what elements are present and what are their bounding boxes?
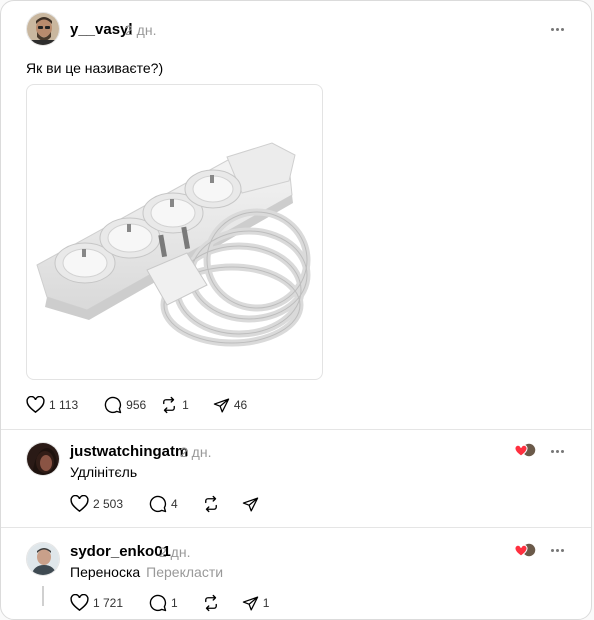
- liked-by-author-badge[interactable]: [514, 542, 537, 558]
- post-share-count: 46: [233, 398, 248, 412]
- post-repost-count: 1: [182, 398, 189, 412]
- reply-1-actions: 2 503 4: [70, 495, 259, 513]
- translate-link[interactable]: Перекласти: [146, 564, 223, 580]
- post-comment-button[interactable]: 956: [104, 396, 146, 414]
- comment-icon: [104, 396, 122, 414]
- reply-1-avatar[interactable]: [26, 442, 60, 476]
- reply-2-share-button[interactable]: 1: [242, 595, 270, 612]
- reply-1-share-button[interactable]: [242, 496, 259, 513]
- reply-2-share-count: 1: [262, 596, 270, 610]
- post-like-count: 1 113: [49, 398, 79, 412]
- comment-icon: [149, 594, 167, 612]
- reply-2-text-row: Переноска Перекласти: [70, 564, 223, 580]
- comment-icon: [149, 495, 167, 513]
- post-share-button[interactable]: 46: [213, 397, 247, 414]
- reply-2-comment-count: 1: [171, 596, 178, 610]
- reply-1-like-count: 2 503: [93, 497, 124, 511]
- send-icon: [242, 496, 258, 512]
- reply-1-comment-count: 4: [171, 497, 178, 511]
- reply-2-avatar[interactable]: [26, 542, 60, 576]
- repost-icon: [204, 594, 217, 612]
- heart-icon: [26, 396, 45, 414]
- post-like-button[interactable]: 1 113: [26, 396, 78, 414]
- reply-2-like-count: 1 721: [93, 596, 124, 610]
- reply-2-repost-button[interactable]: [202, 594, 220, 612]
- reply-2-more-icon[interactable]: [547, 540, 567, 560]
- reply-2-actions: 1 721 1 1: [70, 594, 269, 612]
- heart-icon: [70, 495, 89, 513]
- reply-1-username[interactable]: justwatchingatm: [70, 443, 188, 460]
- post-text: Як ви це називаєте?): [26, 60, 164, 76]
- post-comment-count: 956: [126, 398, 147, 412]
- power-strip-illustration: [36, 142, 311, 347]
- reply-1-time[interactable]: 2 дн.: [180, 444, 211, 460]
- post-repost-button[interactable]: 1: [160, 396, 189, 414]
- post-username[interactable]: y__vasyl: [70, 21, 133, 38]
- liked-by-author-badge[interactable]: [514, 442, 537, 458]
- divider: [1, 429, 591, 430]
- thread-card: y__vasyl 2 дн. Як ви це називаєте?) 1 11…: [0, 0, 592, 620]
- reply-2-like-button[interactable]: 1 721: [70, 594, 123, 612]
- send-icon: [213, 397, 230, 413]
- reply-1-text: Удлінітєль: [70, 464, 138, 480]
- reply-1-repost-button[interactable]: [202, 495, 220, 513]
- reply-1-like-button[interactable]: 2 503: [70, 495, 123, 513]
- reply-2-username[interactable]: sydor_enko01: [70, 543, 171, 560]
- divider: [1, 527, 591, 528]
- post-time[interactable]: 2 дн.: [125, 22, 156, 38]
- reply-2-time[interactable]: 2 дн.: [159, 544, 190, 560]
- heart-icon: [70, 594, 89, 612]
- reply-1-more-icon[interactable]: [547, 441, 567, 461]
- post-image[interactable]: [26, 84, 323, 380]
- repost-icon: [163, 396, 176, 414]
- post-more-icon[interactable]: [547, 19, 567, 39]
- post-author-avatar[interactable]: [26, 12, 60, 46]
- thread-line: [42, 586, 44, 606]
- repost-icon: [204, 495, 217, 513]
- reply-2-text: Переноска: [70, 564, 141, 580]
- reply-2-comment-button[interactable]: 1: [149, 594, 178, 612]
- send-icon: [242, 595, 258, 611]
- post-actions: 1 113 956 1 46: [26, 396, 247, 414]
- reply-1-comment-button[interactable]: 4: [149, 495, 178, 513]
